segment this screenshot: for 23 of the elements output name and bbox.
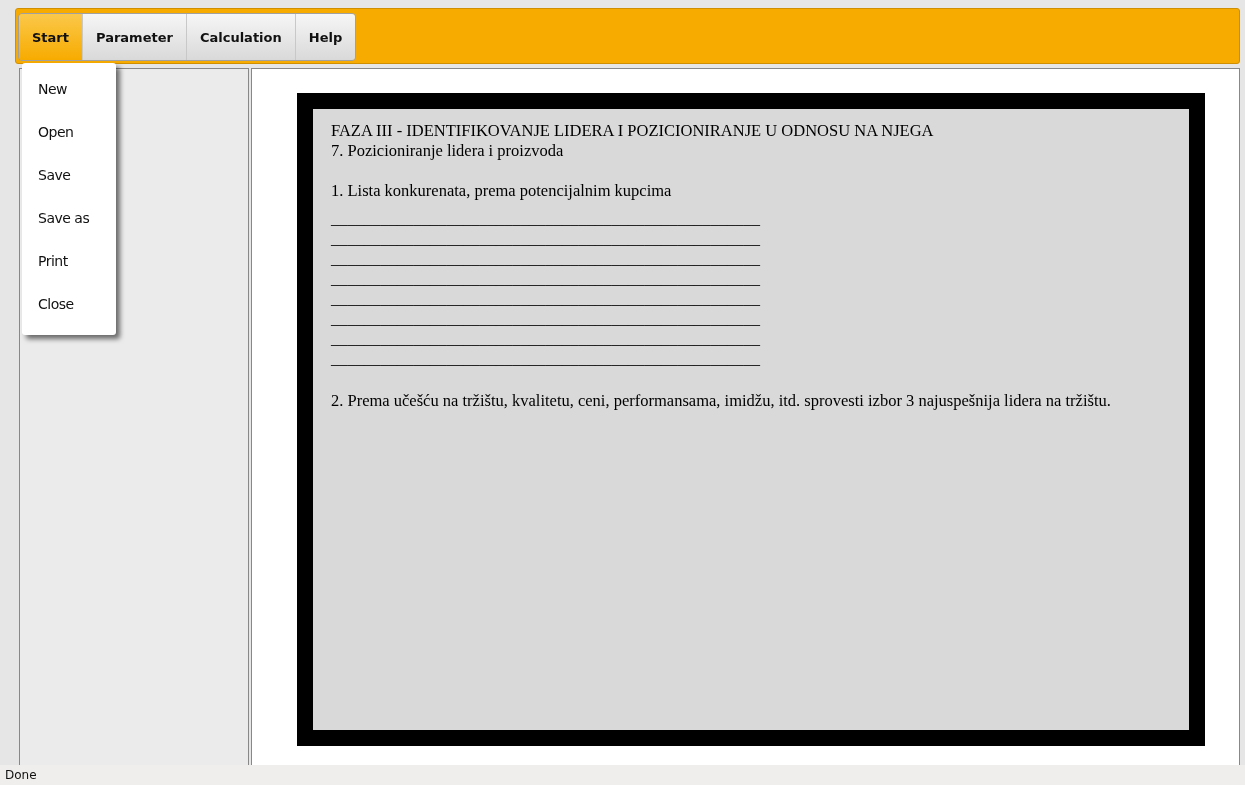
menu-item[interactable]: New <box>22 77 116 120</box>
menu-item[interactable]: Close <box>22 292 116 335</box>
menu-item[interactable]: Print <box>22 249 116 292</box>
status-text: Done <box>5 768 37 782</box>
menu-item[interactable]: Save as <box>22 206 116 249</box>
document-text: 1. Lista konkurenata, prema potencijalnim kupcima <box>331 181 673 201</box>
menu-tab[interactable]: Calculation <box>186 14 296 60</box>
fill-in-line: ____________________________________________________ <box>331 311 761 330</box>
fill-in-line: ____________________________________________________ <box>331 291 761 310</box>
document-text: 2. Prema učešću na tržištu, kvalitetu, ceni, performansama, imidžu, itd. sprovesti izbor 3 najuspešnija lidera na tržištu. <box>331 391 1112 411</box>
fill-in-line: ____________________________________________________ <box>331 231 761 250</box>
fill-in-line: ____________________________________________________ <box>331 211 761 230</box>
fill-in-line: ____________________________________________________ <box>331 271 761 290</box>
document-text: 7. Pozicioniranje lidera i proizvoda <box>331 141 565 161</box>
document-text: FAZA III - IDENTIFIKOVANJE LIDERA I POZICIONIRANJE U ODNOSU NA NJEGA <box>331 121 935 141</box>
menu-tab[interactable]: Parameter <box>83 14 187 60</box>
fill-in-line: ____________________________________________________ <box>331 351 761 370</box>
menu-tab[interactable]: Start <box>19 14 83 60</box>
fill-in-line: ____________________________________________________ <box>331 251 761 270</box>
menu-item[interactable]: Open <box>22 120 116 163</box>
fill-in-line: ____________________________________________________ <box>331 331 761 350</box>
menu-tab[interactable]: Help <box>295 14 356 60</box>
menu-item[interactable]: Save <box>22 163 116 206</box>
